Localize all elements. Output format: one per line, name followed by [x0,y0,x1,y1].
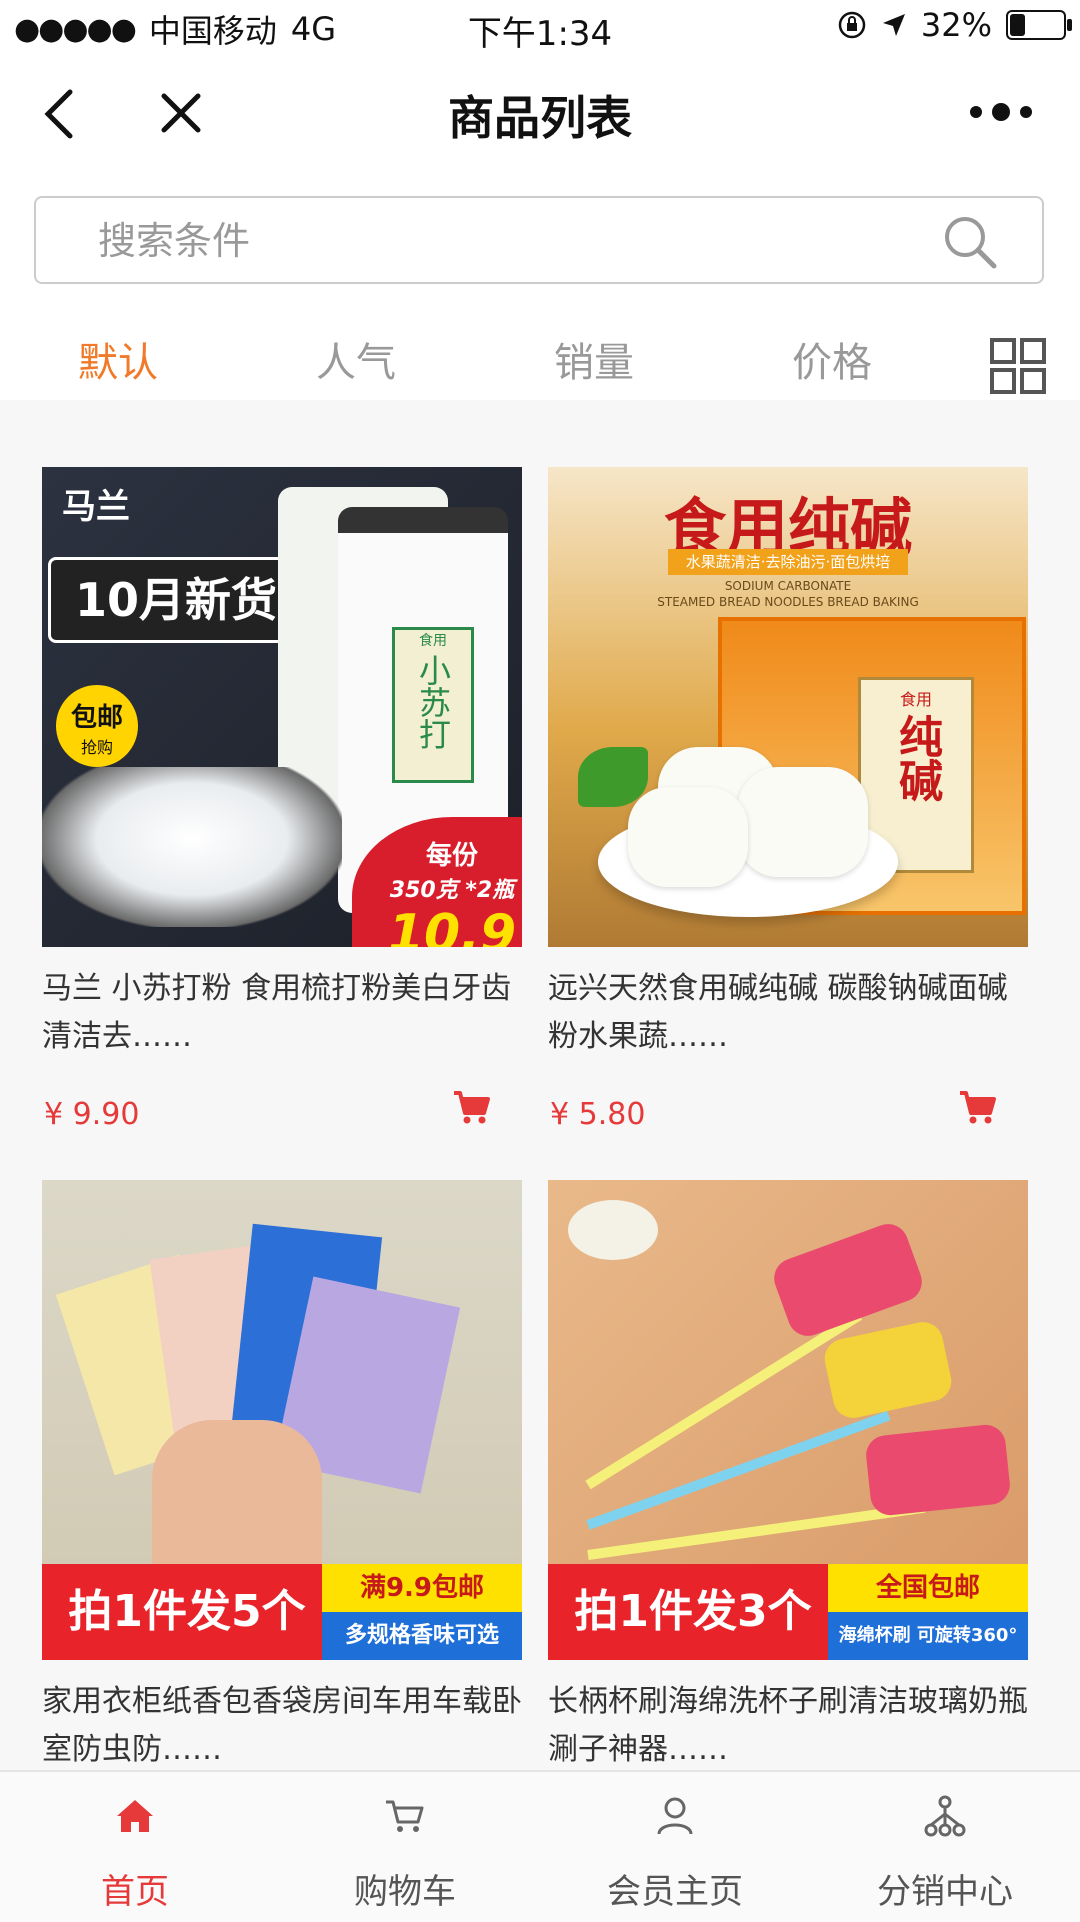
badge-free-shipping: 包邮 抢购 [56,685,138,767]
sort-bar: 默认 人气 销量 价格 [0,300,1080,400]
battery-percent: 32% [920,6,992,44]
bottom-tab-bar: 首页 购物车 会员主页 分销中心 [0,1770,1080,1922]
tab-label: 购物车 [354,1872,456,1912]
product-image-sachet[interactable]: 拍1件发5个 满9.9包邮 多规格香味可选 [42,1180,522,1660]
page-title: 商品列表 [448,91,632,145]
grid-view-icon[interactable] [990,338,1046,394]
tab-label: 首页 [101,1872,169,1912]
sort-tab-price[interactable]: 价格 [792,330,872,388]
more-icon[interactable] [966,102,1036,122]
home-icon [117,1800,153,1832]
product-image-soda-ash[interactable]: 食用纯碱 水果蔬清洁·去除油污·面包烘培 SODIUM CARBONATE ST… [548,467,1028,947]
tab-label: 分销中心 [877,1872,1013,1912]
cart-icon [386,1800,424,1832]
badge-new-stock: 10月新货 [48,557,304,643]
status-right: 32% [837,6,1072,44]
product-card[interactable]: 马兰 10月新货 包邮 抢购 食用 小苏打 每份 350克 *2瓶 10.9 马… [42,467,522,1132]
brand-logo: 马兰 [62,487,130,527]
product-name[interactable]: 马兰 小苏打粉 食用梳打粉美白牙齿清洁去…… [42,965,522,1061]
network-icon [924,1795,966,1837]
product-image-cup-brush[interactable]: 拍1件发3个 全国包邮 海绵杯刷 可旋转360° [548,1180,1028,1660]
add-to-cart-icon[interactable] [958,1087,998,1127]
product-price: ¥ 5.80 [550,1097,646,1132]
search-icon[interactable] [940,212,1000,272]
product-name[interactable]: 家用衣柜纸香包香袋房间车用车载卧室防虫防…… [42,1678,522,1770]
battery-icon [1006,10,1072,40]
product-grid: 马兰 10月新货 包邮 抢购 食用 小苏打 每份 350克 *2瓶 10.9 马… [0,400,1080,1770]
orientation-lock-icon [838,11,866,39]
tab-member[interactable]: 会员主页 [540,1772,810,1922]
tab-distribution[interactable]: 分销中心 [810,1772,1080,1922]
product-card[interactable]: 拍1件发5个 满9.9包邮 多规格香味可选 家用衣柜纸香包香袋房间车用车载卧室防… [42,1180,522,1770]
location-icon [882,14,905,36]
promo-banner: 拍1件发3个 [548,1564,838,1660]
product-card[interactable]: 拍1件发3个 全国包邮 海绵杯刷 可旋转360° 长柄杯刷海绵洗杯子刷清洁玻璃奶… [548,1180,1028,1770]
promo-banner: 拍1件发5个 [42,1564,332,1660]
product-name[interactable]: 远兴天然食用碱纯碱 碳酸钠碱面碱粉水果蔬…… [548,965,1028,1061]
promo-tag: 每份 350克 *2瓶 10.9 [352,817,522,947]
jar-label: 食用 小苏打 [392,627,474,783]
status-bar: ●●●●● 中国移动 4G 下午1:34 32% [0,0,1080,56]
search-section [0,166,1080,300]
product-image-baking-soda[interactable]: 马兰 10月新货 包邮 抢购 食用 小苏打 每份 350克 *2瓶 10.9 [42,467,522,947]
add-to-cart-icon[interactable] [452,1087,492,1127]
search-input[interactable] [96,212,900,270]
product-price: ¥ 9.90 [44,1097,140,1132]
nav-bar: 商品列表 [0,56,1080,166]
sort-tab-sales[interactable]: 销量 [554,330,634,388]
sort-tab-popularity[interactable]: 人气 [316,330,396,388]
product-card[interactable]: 食用纯碱 水果蔬清洁·去除油污·面包烘培 SODIUM CARBONATE ST… [548,467,1028,1132]
tab-cart[interactable]: 购物车 [270,1772,540,1922]
search-box [34,196,1044,284]
sort-tab-default[interactable]: 默认 [78,330,158,388]
tab-home[interactable]: 首页 [0,1772,270,1922]
tab-label: 会员主页 [607,1872,743,1912]
product-name[interactable]: 长柄杯刷海绵洗杯子刷清洁玻璃奶瓶涮子神器…… [548,1678,1028,1770]
user-icon [657,1797,693,1835]
